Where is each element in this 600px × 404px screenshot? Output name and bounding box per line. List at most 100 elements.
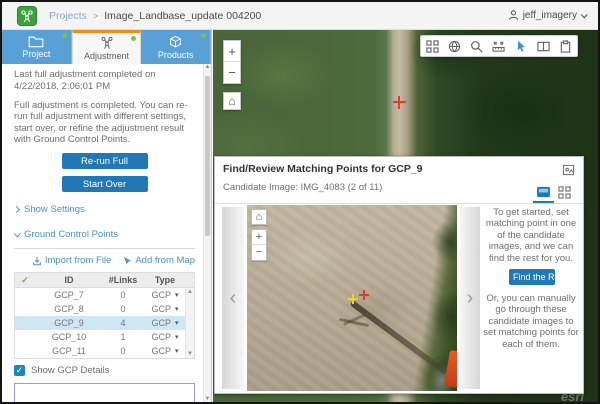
table-row[interactable]: GCP_70GCP ▾ bbox=[15, 288, 194, 302]
panel-tabs: Project Adjustment Products bbox=[2, 30, 211, 64]
gcp-table-body: GCP_70GCP ▾GCP_80GCP ▾GCP_94GCP ▾GCP_101… bbox=[15, 288, 194, 358]
matching-panel-title: Find/Review Matching Points for GCP_9 bbox=[223, 163, 423, 175]
panel-scrollbar[interactable]: ▲ ▼ bbox=[203, 64, 211, 402]
map-cursor-icon bbox=[123, 256, 132, 266]
zoom-in-button[interactable]: + bbox=[224, 41, 240, 62]
matching-panel: Find/Review Matching Points for GCP_9 Ca… bbox=[214, 156, 584, 394]
dropdown-arrow-icon: ▾ bbox=[175, 319, 179, 327]
tab-label: Project bbox=[22, 49, 50, 59]
project-title: Image_Landbase_update 004200 bbox=[104, 10, 261, 22]
show-settings-link[interactable]: Show Settings bbox=[14, 204, 195, 215]
open-image-viewer-icon[interactable] bbox=[562, 164, 576, 177]
gcp-id-cell: GCP_11 bbox=[35, 346, 103, 356]
gcp-links-cell: 0 bbox=[103, 290, 143, 300]
status-dot-icon bbox=[62, 33, 67, 38]
carousel-view-toggle[interactable] bbox=[533, 183, 554, 201]
tab-project[interactable]: Project bbox=[2, 30, 72, 64]
gcp-id-cell: GCP_7 bbox=[35, 290, 103, 300]
image-zoom-out-button[interactable]: − bbox=[252, 245, 266, 260]
next-image-button[interactable]: › bbox=[460, 207, 480, 389]
chevron-right-icon bbox=[13, 206, 20, 213]
dropdown-arrow-icon: ▾ bbox=[175, 305, 179, 313]
gcp-table-header: ✓ ID #Links Type bbox=[15, 273, 194, 288]
split-view-icon[interactable] bbox=[532, 36, 554, 56]
add-from-map-link[interactable]: Add from Map bbox=[123, 255, 195, 266]
status-dot-icon bbox=[201, 33, 206, 38]
dropdown-arrow-icon: ▾ bbox=[175, 347, 179, 355]
adjustment-panel-content: Last full adjustment completed on 4/22/2… bbox=[2, 64, 203, 402]
table-row[interactable]: GCP_110GCP ▾ bbox=[15, 344, 194, 358]
grid-view-toggle[interactable] bbox=[554, 183, 575, 201]
table-row[interactable]: GCP_94GCP ▾ bbox=[15, 316, 194, 330]
map-canvas[interactable]: + − ⌂ bbox=[213, 30, 598, 402]
measure-icon[interactable] bbox=[488, 36, 510, 56]
tab-label: Adjustment bbox=[84, 51, 129, 61]
scroll-up-icon[interactable]: ▲ bbox=[187, 289, 193, 295]
select-features-icon[interactable] bbox=[510, 36, 532, 56]
scroll-down-icon[interactable]: ▼ bbox=[186, 350, 194, 358]
last-adjustment-status: Last full adjustment completed on 4/22/2… bbox=[14, 69, 195, 93]
gcp-type-dropdown[interactable]: GCP ▾ bbox=[143, 346, 187, 356]
breadcrumb: Projects > Image_Landbase_update 004200 bbox=[49, 10, 261, 22]
gcp-id-cell: GCP_10 bbox=[35, 332, 103, 342]
status-dot-icon bbox=[131, 36, 136, 41]
col-header-links[interactable]: #Links bbox=[103, 275, 143, 285]
rerun-full-button[interactable]: Re-run Full bbox=[62, 153, 148, 169]
scroll-up-icon[interactable]: ▲ bbox=[205, 64, 211, 70]
gcp-links-cell: 4 bbox=[103, 318, 143, 328]
adjustment-description: Full adjustment is completed. You can re… bbox=[14, 100, 195, 146]
user-icon bbox=[508, 9, 519, 21]
tab-adjustment[interactable]: Adjustment bbox=[72, 30, 142, 64]
chevron-down-icon bbox=[14, 230, 21, 237]
home-extent-button[interactable]: ⌂ bbox=[223, 92, 241, 110]
gcp-id-cell: GCP_9 bbox=[35, 318, 103, 328]
breadcrumb-projects-link[interactable]: Projects bbox=[49, 10, 87, 22]
dropdown-arrow-icon: ▾ bbox=[175, 333, 179, 341]
tab-products[interactable]: Products bbox=[141, 30, 211, 64]
find-the-rest-button[interactable]: Find the Rest bbox=[509, 269, 555, 285]
clipboard-icon[interactable] bbox=[555, 36, 577, 56]
col-header-type[interactable]: Type bbox=[143, 275, 187, 285]
gcp-actions: Import from File Add from Map bbox=[14, 255, 195, 266]
table-scrollbar[interactable]: ▲ ▼ bbox=[185, 288, 194, 358]
gcp-id-cell: GCP_8 bbox=[35, 304, 103, 314]
gcp-type-dropdown[interactable]: GCP ▾ bbox=[143, 290, 187, 300]
gcp-links-cell: 1 bbox=[103, 332, 143, 342]
gcp-links-cell: 0 bbox=[103, 304, 143, 314]
intro-instructions: To get started, set matching point in on… bbox=[482, 207, 580, 264]
basemap-icon[interactable] bbox=[443, 36, 465, 56]
image-home-button[interactable]: ⌂ bbox=[251, 209, 267, 225]
image-zoom-control: + − bbox=[251, 229, 267, 261]
gcp-type-dropdown[interactable]: GCP ▾ bbox=[143, 332, 187, 342]
candidate-image[interactable]: ⌂ + − bbox=[247, 205, 457, 391]
map-toolbar bbox=[420, 35, 578, 57]
gcp-section-toggle[interactable]: Ground Control Points bbox=[14, 229, 195, 240]
gcp-table: ✓ ID #Links Type GCP_70GCP ▾GCP_80GCP ▾G… bbox=[14, 272, 195, 359]
gcp-photo-placeholder: Photo not available bbox=[14, 383, 195, 402]
divider bbox=[14, 248, 195, 249]
col-header-id[interactable]: ID bbox=[35, 275, 103, 285]
tab-label: Products bbox=[158, 50, 194, 60]
import-icon bbox=[32, 256, 42, 266]
chevron-down-icon bbox=[581, 11, 588, 18]
instructions-column: To get started, set matching point in on… bbox=[482, 207, 580, 350]
image-zoom-in-button[interactable]: + bbox=[252, 230, 266, 245]
zoom-out-button[interactable]: − bbox=[224, 62, 240, 83]
scrollbar-thumb[interactable] bbox=[205, 76, 210, 236]
app-window: Projects > Image_Landbase_update 004200 … bbox=[0, 0, 600, 404]
import-from-file-link[interactable]: Import from File bbox=[32, 255, 112, 266]
search-icon[interactable] bbox=[466, 36, 488, 56]
previous-image-button[interactable]: ‹ bbox=[222, 207, 244, 389]
table-row[interactable]: GCP_80GCP ▾ bbox=[15, 302, 194, 316]
gcp-type-dropdown[interactable]: GCP ▾ bbox=[143, 318, 187, 328]
scroll-down-icon[interactable]: ▼ bbox=[204, 396, 211, 402]
breadcrumb-separator: > bbox=[93, 11, 98, 21]
user-menu[interactable]: jeff_imagery bbox=[508, 9, 586, 21]
show-gcp-details-checkbox[interactable]: ✓ bbox=[14, 365, 25, 376]
grid-view-icon[interactable] bbox=[421, 36, 443, 56]
gcp-type-dropdown[interactable]: GCP ▾ bbox=[143, 304, 187, 314]
view-toggles bbox=[533, 183, 575, 201]
start-over-button[interactable]: Start Over bbox=[62, 176, 148, 192]
table-row[interactable]: GCP_101GCP ▾ bbox=[15, 330, 194, 344]
check-icon: ✓ bbox=[15, 275, 35, 286]
